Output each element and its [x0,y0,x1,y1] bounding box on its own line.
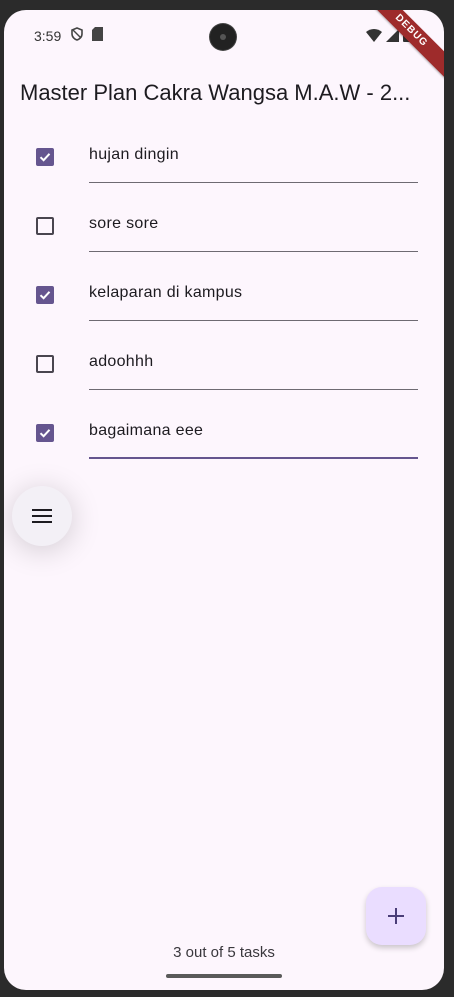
front-camera [210,24,236,50]
shield-icon [71,27,83,41]
status-time: 3:59 [34,28,62,44]
task-list: hujan dingin sore sore kelaparan di kamp… [4,132,444,477]
task-checkbox[interactable] [36,148,54,166]
task-row: sore sore [4,201,444,270]
task-text-field[interactable]: kelaparan di kampus [89,270,418,321]
task-row: kelaparan di kampus [4,270,444,339]
status-bar: 3:59 [4,10,444,64]
task-text: sore sore [89,215,159,232]
task-checkbox[interactable] [36,355,54,373]
task-checkbox[interactable] [36,286,54,304]
task-text-field[interactable]: bagaimana eee [89,408,418,459]
status-left-icons [70,27,103,41]
app-screen: 3:59 DEBUG Master Plan Cakra Wangsa M.A.… [4,10,444,990]
task-row: adoohhh [4,339,444,408]
task-text: kelaparan di kampus [89,284,243,301]
home-indicator[interactable] [166,974,282,978]
task-row: hujan dingin [4,132,444,201]
add-icon [388,908,404,924]
page-title: Master Plan Cakra Wangsa M.A.W - 2... [20,80,411,105]
task-text: adoohhh [89,353,154,370]
task-text-field[interactable]: sore sore [89,201,418,252]
check-icon [39,429,51,438]
task-text: bagaimana eee [89,422,204,439]
task-text-field[interactable]: adoohhh [89,339,418,390]
wifi-icon [366,28,382,42]
task-row: bagaimana eee [4,408,444,477]
task-summary: 3 out of 5 tasks [173,944,275,961]
task-checkbox[interactable] [36,424,54,442]
menu-button[interactable] [12,486,72,546]
check-icon [39,291,51,300]
sd-card-icon [92,27,103,41]
task-text-field[interactable]: hujan dingin [89,132,418,183]
task-checkbox[interactable] [36,217,54,235]
check-icon [39,153,51,162]
task-text: hujan dingin [89,146,179,163]
add-task-button[interactable] [366,887,426,945]
menu-icon [32,509,52,523]
